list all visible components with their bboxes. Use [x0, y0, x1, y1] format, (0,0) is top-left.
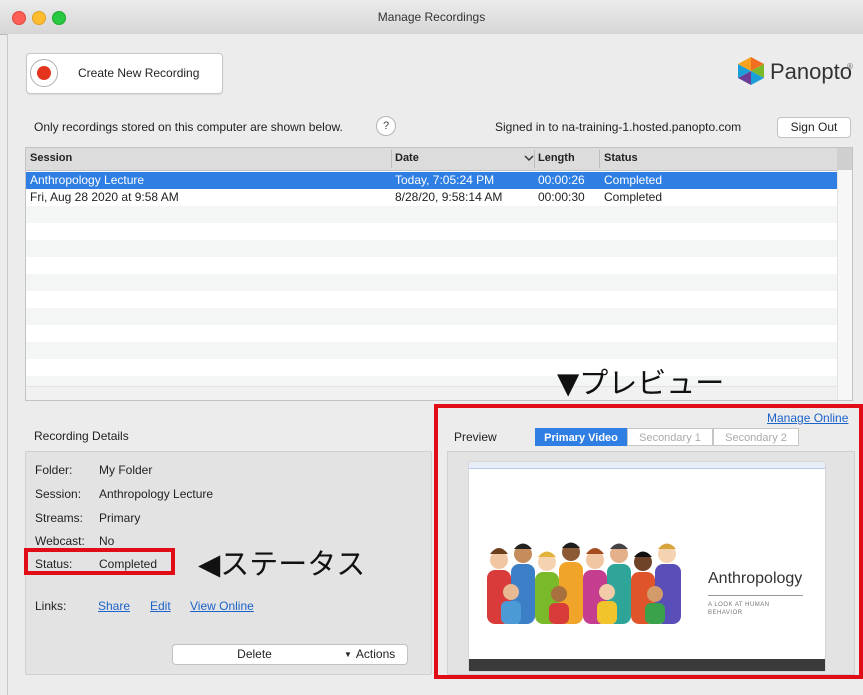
sign-out-button[interactable]: Sign Out — [777, 117, 851, 138]
actions-dropdown[interactable]: ▼ Actions — [336, 644, 408, 665]
preview-annotation: ▼プレビュー — [557, 366, 725, 400]
length-cell: 00:00:30 — [538, 190, 585, 204]
column-header-session[interactable]: Session — [30, 152, 72, 164]
storage-notice: Only recordings stored on this computer … — [34, 120, 343, 134]
window-title: Manage Recordings — [377, 10, 486, 24]
share-link[interactable]: Share — [98, 599, 130, 613]
trademark-symbol: ® — [847, 62, 853, 71]
session-cell: Anthropology Lecture — [30, 173, 145, 187]
status-cell: Completed — [604, 190, 663, 204]
column-separator[interactable] — [599, 150, 600, 168]
webcast-label: Webcast: — [35, 534, 85, 548]
date-cell: Today, 7:05:24 PM — [395, 173, 495, 187]
status-highlight-box — [24, 548, 175, 575]
actions-label: Actions — [355, 647, 396, 661]
table-header: Session Date Length Status — [26, 148, 852, 171]
table-row[interactable]: Anthropology Lecture Today, 7:05:24 PM 0… — [26, 172, 837, 189]
status-cell: Completed — [604, 173, 663, 187]
column-header-status[interactable]: Status — [604, 152, 638, 164]
session-cell: Fri, Aug 28 2020 at 9:58 AM — [30, 190, 179, 204]
caret-down-icon: ▼ — [344, 650, 352, 659]
vertical-scrollbar[interactable] — [837, 170, 852, 400]
panopto-logo-icon — [738, 57, 764, 85]
help-button[interactable]: ? — [376, 116, 396, 136]
view-online-link[interactable]: View Online — [190, 599, 254, 613]
length-cell: 00:00:26 — [538, 173, 585, 187]
column-header-date[interactable]: Date — [395, 152, 419, 164]
panopto-logo-text: Panopto — [770, 59, 852, 84]
empty-row — [26, 274, 837, 291]
folder-label: Folder: — [35, 463, 73, 477]
create-new-recording-label: Create New Recording — [78, 66, 200, 80]
empty-row — [26, 308, 837, 325]
streams-value: Primary — [99, 511, 141, 525]
streams-label: Streams: — [35, 511, 84, 525]
preview-highlight-box — [434, 404, 863, 679]
empty-row — [26, 342, 837, 359]
links-label: Links: — [35, 599, 67, 613]
empty-row — [26, 240, 837, 257]
header-scroll-corner — [837, 148, 852, 170]
recordings-table[interactable]: Session Date Length Status Anthropology … — [25, 147, 853, 401]
status-annotation: ◀ステータス — [198, 547, 366, 581]
webcast-value: No — [99, 534, 115, 548]
column-header-length[interactable]: Length — [538, 152, 575, 164]
date-cell: 8/28/20, 9:58:14 AM — [395, 190, 503, 204]
recording-details-title: Recording Details — [34, 429, 129, 443]
empty-row — [26, 206, 837, 223]
folder-value: My Folder — [99, 463, 153, 477]
column-separator[interactable] — [534, 150, 535, 168]
signed-in-status: Signed in to na-training-1.hosted.panopt… — [495, 120, 742, 134]
session-value: Anthropology Lecture — [99, 487, 214, 501]
session-label: Session: — [35, 487, 82, 501]
edit-link[interactable]: Edit — [150, 599, 171, 613]
table-row[interactable]: Fri, Aug 28 2020 at 9:58 AM 8/28/20, 9:5… — [26, 189, 837, 206]
sort-descending-icon[interactable] — [524, 153, 534, 163]
delete-button[interactable]: Delete — [172, 644, 337, 665]
record-icon — [37, 66, 51, 80]
column-separator[interactable] — [391, 150, 392, 168]
